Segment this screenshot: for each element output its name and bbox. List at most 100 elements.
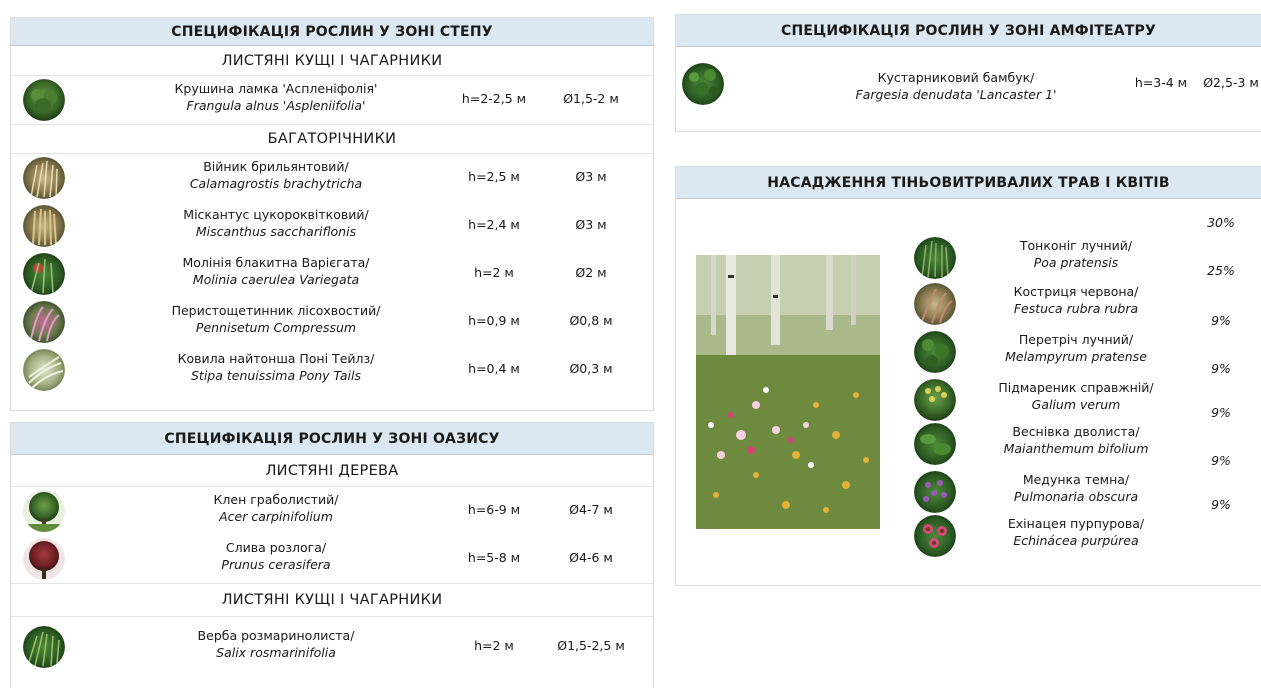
plant-name: Кустарниковий бамбук/: [877, 70, 1035, 85]
plant-names: Перистощетинник лісохвостий/ Pennisetum …: [111, 302, 441, 336]
plant-diameter: Ø1,5-2 м: [563, 91, 619, 106]
shade-title: НАСАДЖЕННЯ ТІНЬОВИТРИВАЛИХ ТРАВ І КВІТІВ: [676, 167, 1261, 199]
plant-name: Війник брильянтовий/: [203, 159, 349, 174]
plant-row: Крушина ламка 'Аспленіфолія' Frangula al…: [11, 76, 653, 124]
plant-row: Молінія блакитна Варієгата/ Molinia caer…: [11, 250, 653, 298]
plant-latin: Melampyrum pratense: [1005, 349, 1147, 364]
tree-photo-icon: [23, 538, 65, 580]
plant-height: h=2,5 м: [468, 169, 520, 184]
plant-latin: Maianthemum bifolium: [1003, 441, 1149, 456]
plant-diameter: Ø2,5-3 м: [1203, 75, 1259, 90]
plant-latin: Poa pratensis: [1033, 255, 1119, 270]
plant-latin: Salix rosmarinifolia: [216, 645, 336, 660]
steppe-section-perennials-heading: БАГАТОРІЧНИКИ: [11, 124, 653, 154]
plant-names: Слива розлога/ Prunus cerasifera: [111, 539, 441, 573]
flower-photo-icon: [914, 515, 956, 557]
plant-names: Перетріч лучний/ Melampyrum pratense: [976, 331, 1176, 365]
plant-diameter: Ø0,8 м: [569, 313, 613, 328]
grass-photo-icon: [23, 157, 65, 199]
plant-name: Крушина ламка 'Аспленіфолія': [174, 81, 378, 96]
plant-row: Веснівка дволиста/ Maianthemum bifolium: [676, 421, 1260, 467]
plant-row: Слива розлога/ Prunus cerasifera h=5-8 м…: [11, 535, 653, 583]
plant-name: Костриця червона/: [1013, 284, 1139, 299]
shade-planting-panel: НАСАДЖЕННЯ ТІНЬОВИТРИВАЛИХ ТРАВ І КВІТІВ: [675, 166, 1261, 586]
plant-height: h=3-4 м: [1134, 75, 1188, 90]
plant-diameter: Ø3 м: [575, 217, 607, 232]
plant-latin: Pennisetum Compressum: [195, 320, 357, 335]
plant-name: Слива розлога/: [225, 540, 327, 555]
steppe-title: СПЕЦИФІКАЦІЯ РОСЛИН У ЗОНІ СТЕПУ: [11, 18, 653, 46]
steppe-spec-panel: СПЕЦИФІКАЦІЯ РОСЛИН У ЗОНІ СТЕПУ ЛИСТЯНІ…: [10, 17, 654, 411]
plant-latin: Fargesia denudata 'Lancaster 1': [855, 87, 1057, 102]
plant-names: Ковила найтонша Поні Тейлз/ Stipa tenuis…: [111, 350, 441, 384]
plant-latin: Frangula alnus 'Aspleniifolia': [186, 98, 366, 113]
herb-photo-icon: [914, 379, 956, 421]
plant-names: Костриця червона/ Festuca rubra rubra: [976, 283, 1176, 317]
tree-photo-icon: [23, 490, 65, 532]
plant-name: Веснівка дволиста/: [1012, 424, 1140, 439]
plant-names: Кустарниковий бамбук/ Fargesia denudata …: [786, 69, 1126, 103]
steppe-section-shrubs-heading: ЛИСТЯНІ КУЩІ І ЧАГАРНИКИ: [11, 46, 653, 76]
percent-value: 30%: [1207, 215, 1235, 230]
plant-row: Перетріч лучний/ Melampyrum pratense: [676, 329, 1260, 375]
plant-latin: Miscanthus sacchariflonis: [195, 224, 357, 239]
amphitheatre-title: СПЕЦИФІКАЦІЯ РОСЛИН У ЗОНІ АМФІТЕАТРУ: [676, 15, 1261, 47]
plant-height: h=2,4 м: [468, 217, 520, 232]
plant-name: Підмареник справжній/: [998, 380, 1154, 395]
plant-row: Костриця червона/ Festuca rubra rubra: [676, 281, 1260, 327]
plant-names: Клен граболистий/ Acer carpinifolium: [111, 491, 441, 525]
plant-latin: Molinia caerulea Variegata: [192, 272, 360, 287]
grass-photo-icon: [914, 237, 956, 279]
amphitheatre-spec-panel: СПЕЦИФІКАЦІЯ РОСЛИН У ЗОНІ АМФІТЕАТРУ Ку…: [675, 14, 1261, 132]
grass-photo-icon: [23, 205, 65, 247]
plant-row: Війник брильянтовий/ Calamagrostis brach…: [11, 154, 653, 202]
plant-diameter: Ø0,3 м: [569, 361, 613, 376]
plant-names: Веснівка дволиста/ Maianthemum bifolium: [976, 423, 1176, 457]
herb-photo-icon: [914, 331, 956, 373]
bamboo-photo-icon: [682, 63, 724, 105]
plant-name: Міскантус цукороквітковий/: [183, 207, 369, 222]
grass-photo-icon: [23, 349, 65, 391]
plant-diameter: Ø2 м: [575, 265, 607, 280]
oasis-section-shrubs-heading: ЛИСТЯНІ КУЩІ І ЧАГАРНИКИ: [11, 583, 653, 617]
plant-row: Кустарниковий бамбук/ Fargesia denudata …: [676, 47, 1261, 129]
plant-row: Міскантус цукороквітковий/ Miscanthus sa…: [11, 202, 653, 250]
plant-name: Перетріч лучний/: [1018, 332, 1134, 347]
plant-row: Верба розмаринолиста/ Salix rosmarinifol…: [11, 623, 653, 671]
plant-name: Верба розмаринолиста/: [197, 628, 355, 643]
herb-photo-icon: [914, 423, 956, 465]
plant-names: Війник брильянтовий/ Calamagrostis brach…: [111, 158, 441, 192]
plant-names: Ехінацея пурпурова/ Echinácea purpúrea: [976, 515, 1176, 549]
plant-height: h=2 м: [474, 265, 514, 280]
grass-photo-icon: [914, 283, 956, 325]
plant-names: Підмареник справжній/ Galium verum: [976, 379, 1176, 413]
flower-photo-icon: [914, 471, 956, 513]
plant-row: Ехінацея пурпурова/ Echinácea purpúrea: [676, 513, 1260, 559]
shrub-photo-icon: [23, 626, 65, 668]
plant-row: Ковила найтонша Поні Тейлз/ Stipa tenuis…: [11, 346, 653, 394]
plant-names: Медунка темна/ Pulmonaria obscura: [976, 471, 1176, 505]
plant-latin: Prunus cerasifera: [221, 557, 331, 572]
plant-name: Клен граболистий/: [213, 492, 339, 507]
plant-height: h=6-9 м: [467, 502, 521, 517]
shrub-photo-icon: [23, 79, 65, 121]
plant-height: h=2 м: [474, 638, 514, 653]
plant-name: Медунка темна/: [1022, 472, 1130, 487]
plant-row: Клен граболистий/ Acer carpinifolium h=6…: [11, 487, 653, 535]
shade-body: 30% 25% 9% 9% 9% 9% 9% Тонконіг лучний/ …: [676, 199, 1261, 585]
oasis-title: СПЕЦИФІКАЦІЯ РОСЛИН У ЗОНІ ОАЗИСУ: [11, 423, 653, 455]
plant-latin: Acer carpinifolium: [219, 509, 333, 524]
grass-photo-icon: [23, 301, 65, 343]
plant-row: Перистощетинник лісохвостий/ Pennisetum …: [11, 298, 653, 346]
plant-name: Тонконіг лучний/: [1019, 238, 1133, 253]
plant-names: Тонконіг лучний/ Poa pratensis: [976, 237, 1176, 271]
plant-names: Молінія блакитна Варієгата/ Molinia caer…: [111, 254, 441, 288]
oasis-section-trees-heading: ЛИСТЯНІ ДЕРЕВА: [11, 455, 653, 487]
plant-names: Верба розмаринолиста/ Salix rosmarinifol…: [111, 627, 441, 661]
plant-diameter: Ø4-7 м: [569, 502, 613, 517]
plant-name: Ковила найтонша Поні Тейлз/: [177, 351, 375, 366]
plant-name: Перистощетинник лісохвостий/: [171, 303, 381, 318]
plant-names: Міскантус цукороквітковий/ Miscanthus sa…: [111, 206, 441, 240]
plant-latin: Stipa tenuissima Pony Tails: [190, 368, 361, 383]
plant-latin: Pulmonaria obscura: [1013, 489, 1139, 504]
